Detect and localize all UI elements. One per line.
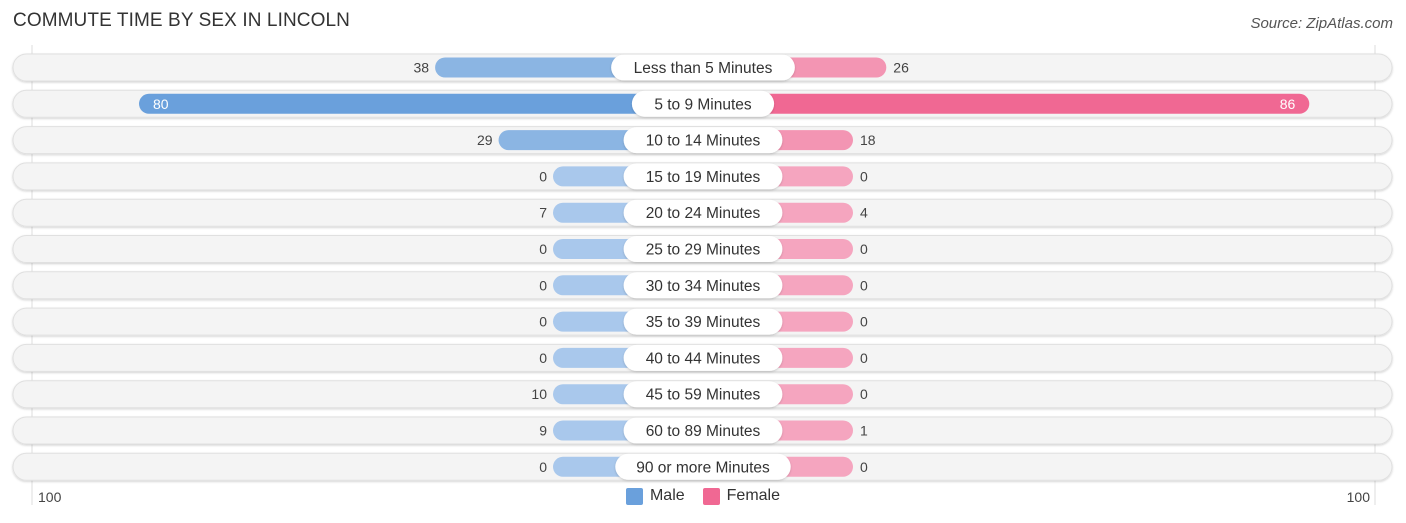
value-label-male: 38 bbox=[414, 60, 430, 76]
value-label-female: 0 bbox=[860, 277, 868, 293]
value-label-female: 0 bbox=[860, 168, 868, 184]
bar-male bbox=[139, 93, 703, 114]
value-label-female: 1 bbox=[860, 423, 868, 439]
value-label-female: 0 bbox=[860, 459, 868, 475]
value-label-female: 86 bbox=[1280, 96, 1296, 112]
category-label: 45 to 59 Minutes bbox=[646, 387, 761, 404]
chart-row: 35 to 39 Minutes 0 0 bbox=[12, 307, 1393, 336]
bar-female bbox=[703, 93, 1310, 114]
value-label-male: 0 bbox=[539, 277, 547, 293]
value-label-male: 80 bbox=[153, 96, 169, 112]
category-label: 60 to 89 Minutes bbox=[646, 423, 761, 440]
category-label: 25 to 29 Minutes bbox=[646, 242, 761, 259]
value-label-male: 9 bbox=[539, 423, 547, 439]
category-label: Less than 5 Minutes bbox=[634, 60, 773, 77]
chart-row: 30 to 34 Minutes 0 0 bbox=[12, 271, 1393, 300]
chart-row: Less than 5 Minutes 38 26 bbox=[12, 53, 1393, 82]
value-label-female: 0 bbox=[860, 241, 868, 257]
legend-label-male: Male bbox=[649, 487, 685, 504]
category-label: 10 to 14 Minutes bbox=[646, 133, 761, 150]
value-label-female: 0 bbox=[860, 314, 868, 330]
chart-row: 45 to 59 Minutes 10 0 bbox=[12, 380, 1393, 409]
legend-swatch-female bbox=[702, 487, 720, 505]
category-label: 35 to 39 Minutes bbox=[646, 314, 761, 331]
legend-swatch-male bbox=[625, 487, 643, 505]
legend: Male Female bbox=[0, 487, 1406, 505]
chart-row: 5 to 9 Minutes 80 86 bbox=[12, 89, 1393, 118]
value-label-male: 0 bbox=[539, 350, 547, 366]
category-label: 5 to 9 Minutes bbox=[654, 96, 752, 113]
chart-row: 60 to 89 Minutes 9 1 bbox=[12, 416, 1393, 445]
legend-label-female: Female bbox=[726, 487, 781, 504]
legend-item-female[interactable]: Female bbox=[702, 487, 781, 505]
category-label: 90 or more Minutes bbox=[636, 459, 770, 476]
legend-item-male[interactable]: Male bbox=[625, 487, 685, 505]
category-label: 20 to 24 Minutes bbox=[646, 205, 761, 222]
chart-row: 40 to 44 Minutes 0 0 bbox=[12, 343, 1393, 372]
chart-row: 25 to 29 Minutes 0 0 bbox=[12, 235, 1393, 263]
value-label-female: 0 bbox=[860, 350, 868, 366]
value-label-male: 0 bbox=[539, 168, 547, 184]
value-label-male: 7 bbox=[539, 205, 547, 221]
value-label-male: 0 bbox=[539, 314, 547, 330]
chart-canvas: Less than 5 Minutes 38 26 5 to 9 Minutes 80 8… bbox=[12, 45, 1393, 505]
chart-row: 15 to 19 Minutes 0 0 bbox=[12, 162, 1393, 191]
value-label-female: 4 bbox=[860, 205, 868, 221]
value-label-female: 18 bbox=[860, 132, 876, 148]
value-label-female: 26 bbox=[893, 60, 909, 76]
chart-row: 10 to 14 Minutes 29 18 bbox=[12, 126, 1393, 155]
category-label: 40 to 44 Minutes bbox=[646, 350, 761, 367]
category-label: 15 to 19 Minutes bbox=[646, 169, 761, 186]
chart-row: 20 to 24 Minutes 7 4 bbox=[12, 198, 1393, 227]
value-label-male: 10 bbox=[531, 386, 547, 402]
value-label-male: 0 bbox=[539, 241, 547, 257]
chart-row: 90 or more Minutes 0 0 bbox=[12, 452, 1393, 481]
value-label-female: 0 bbox=[860, 386, 868, 402]
category-label: 30 to 34 Minutes bbox=[646, 278, 761, 295]
value-label-male: 0 bbox=[539, 459, 547, 475]
value-label-male: 29 bbox=[477, 132, 493, 148]
